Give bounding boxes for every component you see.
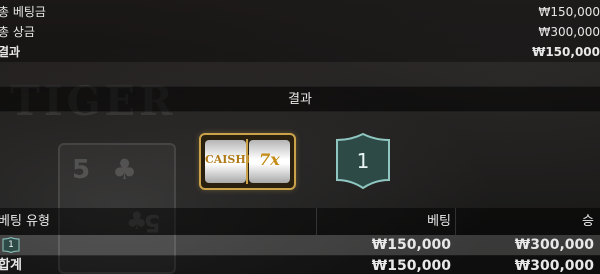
summary-total-payout: 총 상금 ₩300,000: [0, 22, 600, 42]
total-bet-value: ₩150,000: [538, 5, 600, 19]
summary-total-bet: 총 베팅금 ₩150,000: [0, 2, 600, 22]
slot-reel-2: 7x: [249, 140, 290, 183]
card-rank: 5: [72, 155, 91, 185]
slot-machine: CAISHEN 7x: [199, 133, 296, 190]
result-badge: 1: [331, 132, 395, 190]
column-bet: 베팅: [316, 208, 454, 235]
column-bet-type: 베팅 유형: [0, 214, 50, 229]
club-icon: ♣: [112, 153, 138, 186]
total-win-value: ₩300,000: [514, 258, 594, 274]
total-bet-value: ₩150,000: [371, 258, 451, 274]
bet-type-badge: 1: [2, 236, 20, 254]
row-bet-value: ₩150,000: [371, 237, 451, 253]
bet-type-number: 1: [8, 240, 14, 250]
total-payout-value: ₩300,000: [538, 25, 600, 39]
total-payout-label: 총 상금: [0, 25, 35, 39]
bets-table-header: 베팅 유형 베팅 승: [0, 208, 600, 235]
column-win: 승: [455, 208, 600, 235]
bet-summary: 총 베팅금 ₩150,000 총 상금 ₩300,000 결과 ₩150,000: [0, 0, 600, 62]
result-value: ₩150,000: [532, 45, 600, 59]
result-label: 결과: [0, 45, 21, 59]
summary-result: 결과 ₩150,000: [0, 42, 600, 62]
total-label: 합계: [0, 258, 22, 273]
table-total-row: 합계 ₩150,000 ₩300,000: [0, 256, 600, 274]
result-section-title: 결과: [0, 86, 600, 112]
result-number: 1: [356, 149, 370, 173]
table-row: 1 ₩150,000 ₩300,000: [0, 235, 600, 255]
row-win-value: ₩300,000: [514, 237, 594, 253]
total-bet-label: 총 베팅금: [0, 5, 46, 19]
multiplier-symbol: 7x: [259, 150, 280, 169]
caishen-symbol-icon: CAISHEN: [205, 153, 265, 166]
reel-divider: [246, 139, 248, 184]
slot-reel-1: CAISHEN: [205, 140, 265, 183]
